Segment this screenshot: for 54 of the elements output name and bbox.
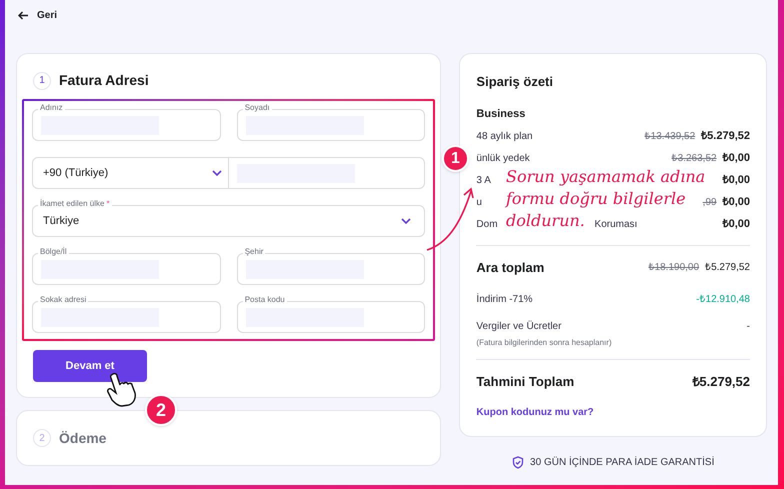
back-link[interactable]: Geri	[18, 8, 58, 22]
price: ₺0,00	[722, 172, 750, 188]
discount-value: -₺12.910,48	[696, 292, 750, 306]
chevron-down-icon	[212, 170, 222, 176]
chevron-down-icon	[401, 218, 412, 224]
discount-label: İndirim -71%	[476, 292, 533, 306]
plan-name: Business	[476, 106, 526, 122]
taxes-value: -	[746, 320, 750, 334]
annotation-text: doldurun.	[506, 210, 585, 232]
step-number: 2	[33, 429, 51, 447]
arrow-left-icon	[18, 10, 29, 20]
line-item-label: Dom	[476, 218, 498, 232]
phone-input-field[interactable]	[229, 157, 426, 189]
line-item-label: 3 A	[476, 174, 491, 188]
old-price: ₺18.190,00	[648, 261, 700, 276]
field-label: İkamet edilen ülke	[40, 199, 104, 209]
taxes-note: (Fatura bilgilerinden sonra hesaplanır)	[476, 336, 612, 348]
field-label: Bölge/İl	[38, 247, 69, 257]
field-label: Adınız	[38, 103, 65, 113]
price: ₺5.279,52	[701, 128, 750, 144]
coupon-link[interactable]: Kupon kodunuz mu var?	[476, 405, 750, 420]
field-label: Soyadı	[242, 103, 272, 113]
country-code-select[interactable]: +90 (Türkiye)	[32, 157, 229, 189]
step-badge: 1	[442, 145, 469, 172]
price: ₺5.279,52	[705, 261, 750, 276]
field-label: Posta kodu	[242, 295, 287, 305]
old-price: ₺13.439,52	[644, 130, 696, 144]
field-label: Şehir	[242, 247, 266, 257]
line-item-label: u	[476, 196, 482, 210]
step-number: 1	[33, 72, 51, 90]
annotation-text: Sorun yaşamamak adına	[506, 166, 706, 188]
price: ₺0,00	[722, 150, 750, 166]
price: ₺0,00	[722, 216, 750, 232]
line-item-label: Koruması	[594, 218, 638, 232]
taxes-label: Vergiler ve Ücretler	[476, 320, 562, 334]
guarantee-text: 30 GÜN İÇİNDE PARA İADE GARANTİSİ	[530, 455, 714, 470]
continue-button[interactable]: Devam et	[33, 350, 147, 382]
old-price: ₺3.263,52	[672, 152, 717, 166]
shield-check-icon	[512, 456, 524, 469]
section-title: Fatura Adresi	[59, 71, 149, 90]
line-item-label: ünlük yedek	[476, 152, 530, 166]
select-value: Türkiye	[43, 214, 80, 229]
total-value: ₺5.279,52	[692, 372, 750, 390]
line-item-label: 48 aylık plan	[476, 130, 533, 144]
price: ₺0,00	[722, 194, 750, 210]
required-mark: *	[106, 199, 110, 209]
section-title: Ödeme	[59, 428, 106, 448]
old-price: ,99	[702, 196, 717, 210]
annotation-text: formu doğru bilgilerle	[506, 188, 686, 210]
subtotal-label: Ara toplam	[476, 259, 544, 277]
field-label: Sokak adresi	[38, 295, 88, 305]
summary-title: Sipariş özeti	[476, 73, 554, 91]
annotation-arrow	[426, 186, 476, 252]
total-label: Tahmini Toplam	[476, 372, 574, 391]
